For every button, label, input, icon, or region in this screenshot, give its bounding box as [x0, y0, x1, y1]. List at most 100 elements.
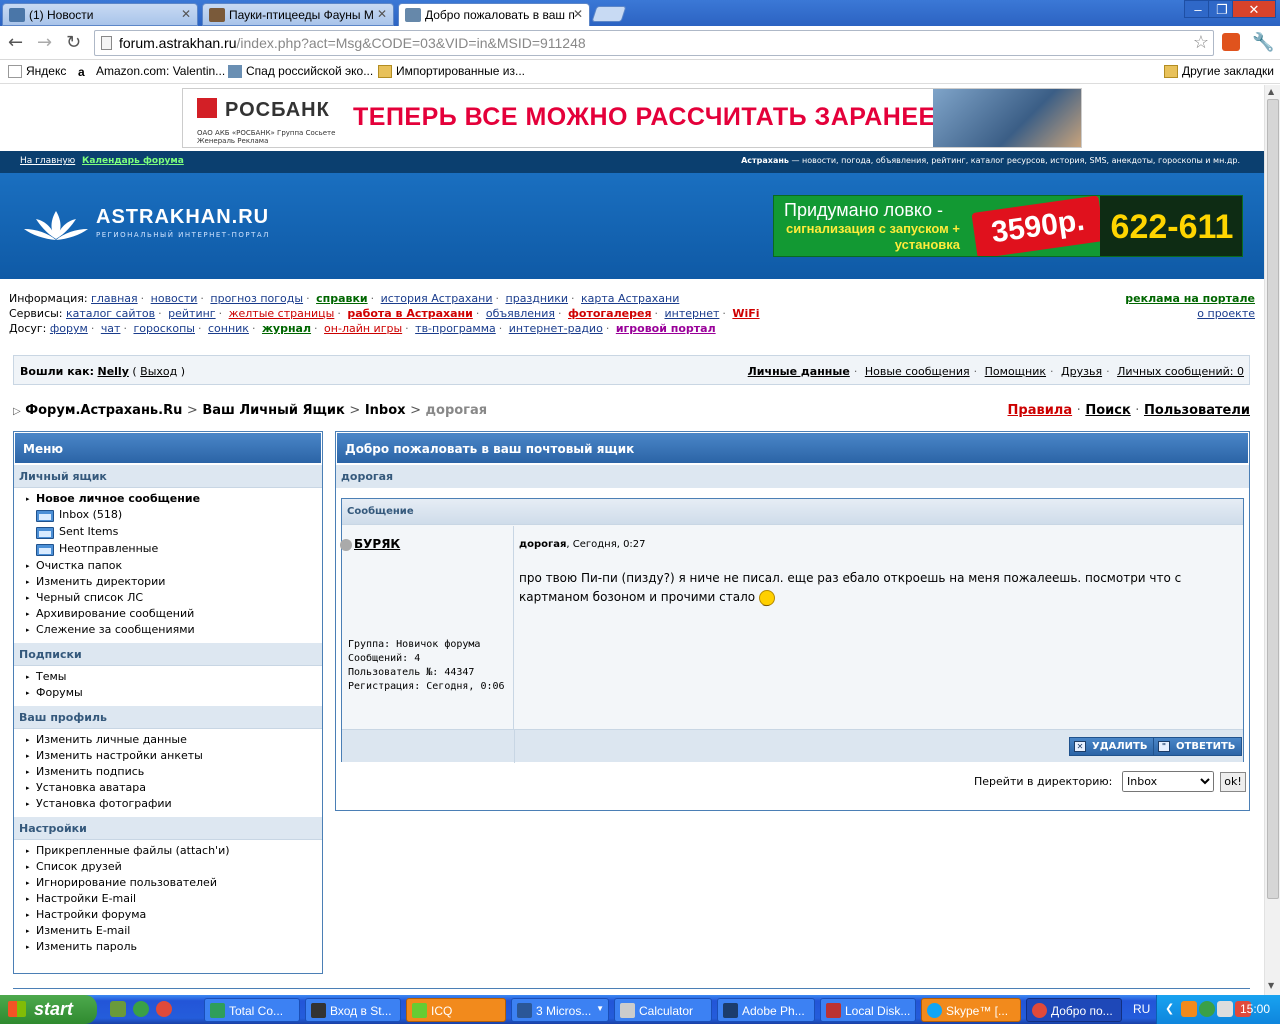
menu-new-message[interactable]: ▸ Новое личное сообщение: [14, 491, 322, 507]
rules-link[interactable]: Правила: [1008, 403, 1073, 418]
tab-news[interactable]: (1) Новости ✕: [2, 3, 198, 26]
alarm-ad-banner[interactable]: Придумано ловко - сигнализация с запуско…: [773, 195, 1243, 257]
assistant-link[interactable]: Помощник: [985, 365, 1046, 378]
link-forum[interactable]: форум: [50, 322, 88, 335]
menu-empty-folders[interactable]: ▸ Очистка папок: [14, 558, 322, 574]
link-online-games[interactable]: он-лайн игры: [324, 322, 402, 335]
bookmark-amazon[interactable]: a Amazon.com: Valentin...: [78, 64, 225, 79]
tray-expand-icon[interactable]: ❮: [1165, 1002, 1174, 1015]
tab-forum-active[interactable]: Добро пожаловать в ваш п ✕: [398, 3, 590, 27]
task-icq[interactable]: ICQ: [406, 998, 506, 1022]
menu-unsent[interactable]: Неотправленные: [14, 541, 322, 558]
menu-edit-folders[interactable]: ▸ Изменить директории: [14, 574, 322, 590]
link-weather[interactable]: прогноз погоды: [210, 292, 303, 305]
close-icon[interactable]: ✕: [181, 7, 191, 21]
menu-ignore-users[interactable]: ▸ Игнорирование пользователей: [14, 875, 322, 891]
icq-icon[interactable]: [133, 1001, 149, 1017]
link-about[interactable]: о проекте: [1197, 307, 1255, 320]
link-history[interactable]: история Астрахани: [381, 292, 493, 305]
start-button[interactable]: start: [0, 995, 97, 1024]
menu-change-password[interactable]: ▸ Изменить пароль: [14, 939, 322, 955]
menu-edit-personal[interactable]: ▸ Изменить личные данные: [14, 732, 322, 748]
task-local-disk[interactable]: Local Disk...: [820, 998, 916, 1022]
bookmark-imported-folder[interactable]: Импортированные из...: [378, 64, 525, 78]
task-steam[interactable]: Вход в St...: [305, 998, 401, 1022]
link-radio[interactable]: интернет-радио: [509, 322, 603, 335]
chrome-icon[interactable]: [156, 1001, 172, 1017]
username-link[interactable]: Nelly: [97, 365, 128, 378]
personal-data-link[interactable]: Личные данные: [748, 365, 850, 378]
link-holidays[interactable]: праздники: [506, 292, 569, 305]
home-link[interactable]: На главную: [20, 156, 75, 166]
bookmark-star-icon[interactable]: ☆: [1193, 32, 1209, 53]
link-game-portal[interactable]: игровой портал: [616, 322, 716, 335]
link-dreambook[interactable]: сонник: [208, 322, 249, 335]
crumb-mailbox[interactable]: Ваш Личный Ящик: [202, 403, 345, 418]
site-name[interactable]: ASTRAKHAN.RU: [96, 206, 269, 229]
link-ad-on-portal[interactable]: реклама на портале: [1125, 292, 1255, 305]
link-journal[interactable]: журнал: [262, 322, 311, 335]
task-photoshop[interactable]: Adobe Ph...: [717, 998, 815, 1022]
menu-sent[interactable]: Sent Items: [14, 524, 322, 541]
logout-link[interactable]: Выход: [140, 365, 177, 378]
task-calculator[interactable]: Calculator: [614, 998, 712, 1022]
link-catalog[interactable]: каталог сайтов: [66, 307, 155, 320]
bookmark-yandex[interactable]: Яндекс: [8, 64, 66, 78]
link-help[interactable]: справки: [316, 292, 368, 305]
menu-signature[interactable]: ▸ Изменить подпись: [14, 764, 322, 780]
friends-link[interactable]: Друзья: [1061, 365, 1102, 378]
reply-button[interactable]: " ОТВЕТИТЬ: [1153, 737, 1243, 756]
task-chrome-active[interactable]: Добро по...: [1026, 998, 1122, 1022]
new-messages-link[interactable]: Новые сообщения: [865, 365, 970, 378]
jump-ok-button[interactable]: ok!: [1220, 772, 1246, 792]
new-tab-button[interactable]: [591, 6, 627, 22]
link-news[interactable]: новости: [151, 292, 198, 305]
task-total-commander[interactable]: Total Co...: [204, 998, 300, 1022]
task-skype[interactable]: Skype™ [...: [921, 998, 1021, 1022]
menu-forums[interactable]: ▸ Форумы: [14, 685, 322, 701]
close-icon[interactable]: ✕: [377, 7, 387, 21]
back-icon[interactable]: ←: [8, 32, 23, 53]
link-chat[interactable]: чат: [101, 322, 121, 335]
page-scrollbar[interactable]: ▲ ▼: [1264, 85, 1280, 995]
menu-attachments[interactable]: ▸ Прикрепленные файлы (attach'и): [14, 843, 322, 859]
menu-inbox[interactable]: Inbox (518): [14, 507, 322, 524]
menu-profile-settings[interactable]: ▸ Изменить настройки анкеты: [14, 748, 322, 764]
menu-photo[interactable]: ▸ Установка фотографии: [14, 796, 322, 812]
link-jobs[interactable]: работа в Астрахани: [347, 307, 473, 320]
author-link[interactable]: БУРЯК: [340, 537, 400, 551]
tray-icq-icon[interactable]: [1199, 1001, 1215, 1017]
forward-icon[interactable]: →: [37, 32, 52, 53]
menu-change-email[interactable]: ▸ Изменить E-mail: [14, 923, 322, 939]
search-link[interactable]: Поиск: [1085, 403, 1130, 418]
crumb-forum[interactable]: Форум.Астрахань.Ru: [25, 403, 182, 418]
reload-icon[interactable]: ↻: [66, 32, 81, 53]
pm-count-link[interactable]: Личных сообщений: 0: [1117, 365, 1244, 378]
menu-friends-list[interactable]: ▸ Список друзей: [14, 859, 322, 875]
lotus-logo-icon[interactable]: [22, 209, 90, 243]
menu-tracking[interactable]: ▸ Слежение за сообщениями: [14, 622, 322, 638]
menu-avatar[interactable]: ▸ Установка аватара: [14, 780, 322, 796]
folder-select[interactable]: Inbox: [1122, 771, 1214, 792]
scroll-down-icon[interactable]: ▼: [1268, 981, 1274, 990]
menu-forum-settings[interactable]: ▸ Настройки форума: [14, 907, 322, 923]
address-bar[interactable]: forum.astrakhan.ru/index.php?act=Msg&COD…: [94, 30, 1214, 56]
link-main[interactable]: главная: [91, 292, 138, 305]
link-photogallery[interactable]: фотогалерея: [568, 307, 652, 320]
close-icon[interactable]: ✕: [573, 7, 583, 21]
delete-button[interactable]: ✕ УДАЛИТЬ: [1069, 737, 1155, 756]
task-word[interactable]: 3 Micros... ▼: [511, 998, 609, 1022]
menu-blacklist[interactable]: ▸ Черный список ЛС: [14, 590, 322, 606]
wrench-icon[interactable]: 🔧: [1252, 32, 1274, 53]
tray-icon[interactable]: [1181, 1001, 1197, 1017]
bookmark-other-folder[interactable]: Другие закладки: [1164, 64, 1274, 78]
link-yellow-pages[interactable]: желтые страницы: [229, 307, 335, 320]
link-rating[interactable]: рейтинг: [168, 307, 215, 320]
menu-topics[interactable]: ▸ Темы: [14, 669, 322, 685]
link-ads[interactable]: объявления: [486, 307, 555, 320]
bookmark-economy[interactable]: Спад российской эко...: [228, 64, 373, 78]
link-tv[interactable]: тв-программа: [415, 322, 496, 335]
language-indicator[interactable]: RU: [1133, 1002, 1150, 1016]
scroll-thumb[interactable]: [1267, 99, 1279, 899]
link-internet[interactable]: интернет: [665, 307, 720, 320]
